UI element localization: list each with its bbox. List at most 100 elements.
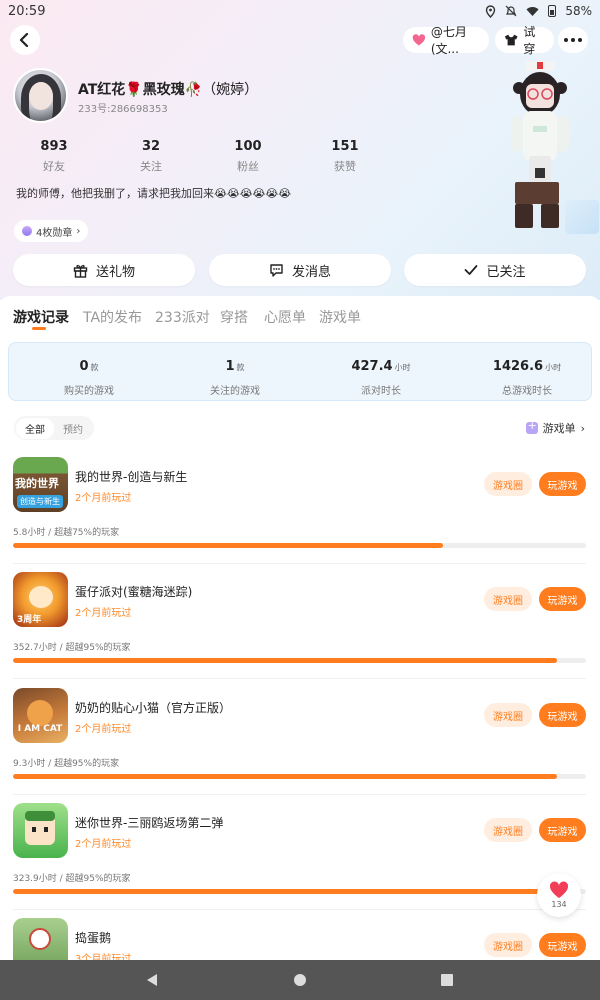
game-list-label: 游戏单: [542, 422, 576, 435]
emotion-label: @七月(文...: [430, 25, 467, 56]
status-bar: 20:59 58%: [0, 0, 600, 22]
game-item[interactable]: 迷你世界-三丽鸥返场第二弹 2个月前玩过 游戏圈 玩游戏 323.9小时 / 超…: [0, 803, 600, 919]
stat-friends[interactable]: 893 好友: [14, 139, 94, 174]
back-button[interactable]: [10, 25, 40, 55]
game-icon-text: 我的世界: [15, 477, 59, 490]
summary-value: 1: [225, 359, 235, 374]
battery-percent: 58%: [565, 4, 592, 18]
nav-home-icon[interactable]: [292, 972, 308, 988]
tab-posts[interactable]: TA的发布: [83, 307, 142, 327]
game-playtime: 323.9小时 / 超越95%的玩家: [13, 874, 131, 884]
playtime-progress-bar: [13, 543, 586, 548]
battery-icon: [548, 5, 557, 17]
game-circle-button[interactable]: 游戏圈: [484, 818, 532, 842]
tab-game-records[interactable]: 游戏记录: [13, 307, 69, 327]
filter-reserved[interactable]: 预约: [54, 418, 92, 439]
game-playtime: 352.7小时 / 超越95%的玩家: [13, 643, 131, 653]
decoration-cube: [565, 200, 599, 234]
stat-likes[interactable]: 151 获赞: [305, 139, 385, 174]
tab-party[interactable]: 233派对: [155, 307, 210, 327]
play-game-button[interactable]: 玩游戏: [539, 703, 586, 727]
divider: [13, 563, 586, 564]
summary-unit: 小时: [394, 363, 411, 372]
tab-wishlist[interactable]: 心愿单: [264, 307, 306, 327]
game-icon-mini-world: [13, 803, 68, 858]
progress-fill: [13, 543, 443, 548]
game-last-played: 2个月前玩过: [75, 608, 132, 619]
emotion-chip[interactable]: @七月(文...: [403, 25, 489, 56]
game-circle-button[interactable]: 游戏圈: [484, 933, 532, 957]
play-game-button[interactable]: 玩游戏: [539, 587, 586, 611]
nav-recents-icon[interactable]: [439, 972, 455, 988]
stat-value: 893: [40, 139, 68, 154]
summary-total-time[interactable]: 1426.6 小时 总游戏时长: [467, 355, 587, 397]
summary-purchased[interactable]: 0款 购买的游戏: [29, 355, 149, 397]
nav-back-icon[interactable]: [144, 972, 160, 988]
send-message-button[interactable]: 发消息: [209, 254, 391, 286]
summary-value: 0: [79, 359, 89, 374]
game-item[interactable]: 我的世界 创造与新生 我的世界-创造与新生 2个月前玩过 游戏圈 玩游戏 5.8…: [0, 457, 600, 573]
wifi-icon: [526, 6, 539, 17]
game-title: 我的世界-创造与新生: [75, 470, 188, 484]
profile-tabs: 游戏记录 TA的发布 233派对 穿搭 心愿单 游戏单: [0, 296, 600, 340]
play-game-button[interactable]: 玩游戏: [539, 818, 586, 842]
chevron-right-icon: ›: [76, 225, 81, 237]
divider: [13, 678, 586, 679]
game-item[interactable]: 3周年 蛋仔派对(蜜糖海迷踪) 2个月前玩过 游戏圈 玩游戏 352.7小时 /…: [0, 572, 600, 688]
stat-label: 好友: [43, 160, 65, 173]
stat-fans[interactable]: 100 粉丝: [208, 139, 288, 174]
game-icon-i-am-cat: I AM CAT: [13, 688, 68, 743]
divider: [13, 909, 586, 910]
playtime-progress-bar: [13, 889, 586, 894]
play-game-button[interactable]: 玩游戏: [539, 933, 586, 957]
filter-all[interactable]: 全部: [16, 417, 54, 439]
game-item[interactable]: I AM CAT 奶奶的贴心小猫（官方正版） 2个月前玩过 游戏圈 玩游戏 9.…: [0, 688, 600, 804]
badge-chip[interactable]: 4枚勋章 ›: [14, 220, 89, 242]
send-message-label: 发消息: [291, 264, 331, 280]
game-last-played: 2个月前玩过: [75, 724, 132, 735]
summary-followed[interactable]: 1款 关注的游戏: [175, 355, 295, 397]
nickname: AT红花🌹黑玫瑰🥀（婉婷）: [78, 79, 258, 99]
chevron-right-icon: ›: [580, 421, 585, 435]
try-on-label: 试穿: [523, 25, 536, 56]
nickname-extra: （婉婷）: [202, 82, 259, 98]
playtime-progress-bar: [13, 658, 586, 663]
like-button[interactable]: 134: [537, 873, 581, 917]
summary-party-time[interactable]: 427.4 小时 派对时长: [321, 355, 441, 397]
progress-fill: [13, 774, 558, 779]
user-id: 233号:286698353: [78, 104, 168, 115]
followed-label: 已关注: [486, 264, 526, 280]
bio-text: 我的师傅，他把我删了，请求把我加回来😭😭😭😭😭😭: [16, 187, 292, 200]
stat-value: 32: [141, 139, 161, 154]
game-icon-text: 3周年: [17, 615, 42, 625]
gift-icon: [73, 264, 88, 278]
progress-fill: [13, 658, 558, 663]
stat-following[interactable]: 32 关注: [111, 139, 191, 174]
stat-value: 151: [331, 139, 359, 154]
medal-icon: [22, 226, 32, 236]
try-on-button[interactable]: 试穿: [495, 25, 554, 56]
summary-label: 派对时长: [361, 386, 401, 397]
tab-game-lists[interactable]: 游戏单: [319, 307, 361, 327]
summary-label: 购买的游戏: [64, 386, 114, 397]
play-game-button[interactable]: 玩游戏: [539, 472, 586, 496]
filter-bar: 全部 预约: [14, 416, 94, 440]
tab-outfits[interactable]: 穿搭: [220, 307, 248, 327]
stat-label: 获赞: [334, 160, 356, 173]
followed-button[interactable]: 已关注: [404, 254, 586, 286]
nickname-main: AT红花🌹黑玫瑰🥀: [78, 82, 203, 98]
more-button[interactable]: [558, 27, 588, 53]
system-nav-bar: [0, 960, 600, 1000]
avatar[interactable]: [13, 68, 68, 123]
game-icon-text: I AM CAT: [17, 724, 63, 734]
game-list-link[interactable]: 游戏单 ›: [525, 419, 585, 436]
mute-icon: [505, 5, 517, 17]
game-circle-button[interactable]: 游戏圈: [484, 703, 532, 727]
game-icon-eggy-party: 3周年: [13, 572, 68, 627]
game-last-played: 2个月前玩过: [75, 493, 132, 504]
send-gift-button[interactable]: 送礼物: [13, 254, 195, 286]
game-circle-button[interactable]: 游戏圈: [484, 587, 532, 611]
check-icon: [465, 265, 478, 275]
progress-fill: [13, 889, 558, 894]
game-circle-button[interactable]: 游戏圈: [484, 472, 532, 496]
